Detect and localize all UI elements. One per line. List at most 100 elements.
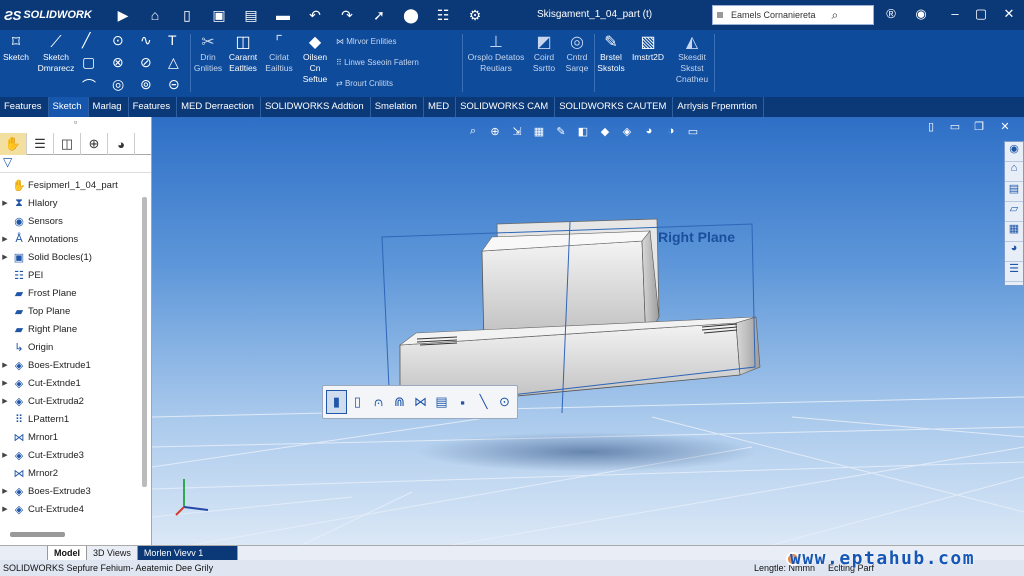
part-model[interactable] [399, 218, 761, 408]
tree-item-front-plane[interactable]: ▰ Frost Plane [0, 284, 151, 302]
quick-snaps-button[interactable]: ◎ Cntrd Sarqe [562, 34, 592, 74]
spline-icon[interactable]: ∿ [140, 32, 152, 49]
property-manager-tab-icon[interactable]: ☰ [27, 133, 54, 155]
tree-item-mirror2[interactable]: ⋈ Mrnor2 [0, 464, 151, 482]
mirror-entities-button[interactable]: ⋈ Mlrvor Enlities [336, 37, 396, 46]
revolve-icon[interactable]: ⋒ [389, 390, 410, 414]
tree-item-cut-extrude3[interactable]: ▶ ◈ Cut-Extrude3 [0, 446, 151, 464]
tree-item-lpattern1[interactable]: ⠿ LPattern1 [0, 410, 151, 428]
tree-item-boss-extrude3[interactable]: ▶ ◈ Boes-Extrude3 [0, 482, 151, 500]
filter-icon[interactable]: ▽ [0, 155, 151, 173]
tree-scrollbar-vertical[interactable] [142, 197, 147, 487]
offset-entities-button[interactable]: ⌜ Cirlat Eailtius [262, 34, 296, 74]
tree-item-material[interactable]: ☷ PEI [0, 266, 151, 284]
rapid-sketch-button[interactable]: ✎ Brstel Skstols [596, 34, 626, 74]
tab-solidworks-cam[interactable]: SOLIDWORKS CAM [456, 97, 556, 117]
section-view-icon[interactable]: ▦ [528, 123, 550, 139]
right-plane-label[interactable]: Right Plane [658, 229, 735, 245]
move-entities-button[interactable]: ⇄ Brourt Cnlitits [336, 79, 393, 88]
linear-sketch-pattern-button[interactable]: ⠿ Linwe Sseoin Fatlern [336, 58, 419, 67]
minimize-icon[interactable]: – [946, 6, 964, 21]
search-icon[interactable]: ⌕ [832, 8, 839, 23]
hide-show-items-icon[interactable]: ◈ [616, 123, 638, 139]
tree-item-annotations[interactable]: ▶ Å Annotations [0, 230, 151, 248]
user-icon[interactable]: ◉ [912, 6, 930, 22]
display-delete-relations-button[interactable]: ⊥ Orsplo Detatos Reutiars [466, 34, 526, 74]
solidworks-resources-icon[interactable]: ◉ [1005, 142, 1023, 162]
view-palette-icon[interactable]: ▦ [1005, 222, 1023, 242]
tab-markup[interactable]: Marlag [89, 97, 129, 117]
tab-3d-views[interactable]: 3D Views [87, 546, 138, 560]
centerline-icon[interactable]: ⊝ [168, 76, 180, 93]
expand-menu-icon[interactable]: ▶ [112, 4, 134, 26]
display-manager-tab-icon[interactable]: ◕ [108, 133, 135, 155]
sketch-button[interactable]: ⌑ Sketch [2, 34, 30, 63]
normal-to-icon[interactable]: ▯ [347, 390, 368, 414]
tab-model[interactable]: Model [48, 546, 87, 560]
point-context-icon[interactable]: ▪ [452, 390, 473, 414]
redo-icon[interactable]: ↷ [336, 4, 358, 26]
dimxpert-manager-tab-icon[interactable]: ⊕ [81, 133, 108, 155]
display-style-icon[interactable]: ◆ [594, 123, 616, 139]
view-settings-icon[interactable]: ▭ [682, 123, 704, 139]
instant2d-button[interactable]: ▧ Imstrt2D [628, 34, 668, 63]
panel-collapse-handle[interactable]: ▫ [0, 117, 151, 133]
section-context-icon[interactable]: ▤ [431, 390, 452, 414]
tab-mbd[interactable]: MED [424, 97, 457, 117]
line-context-icon[interactable]: ╲ [473, 390, 494, 414]
dynamic-annotation-icon[interactable]: ✎ [550, 123, 572, 139]
tab-solidworks-cam-tbm[interactable]: SOLIDWORKS CAUTEM [555, 97, 674, 117]
point-icon[interactable]: △ [168, 54, 179, 71]
viewport-split-icon[interactable]: ▯ [924, 120, 938, 133]
custom-properties-icon[interactable]: ☰ [1005, 262, 1023, 282]
tab-features[interactable]: Features [0, 97, 49, 117]
zoom-to-area-icon[interactable]: ⊕ [484, 123, 506, 139]
tree-item-boss-extrude1[interactable]: ▶ ◈ Boes-Extrude1 [0, 356, 151, 374]
search-commands-input[interactable]: Eamels Cornaniereta ⌕ [712, 5, 874, 25]
tree-scrollbar-horizontal[interactable] [10, 532, 65, 537]
tree-item-mirror1[interactable]: ⋈ Mrnor1 [0, 428, 151, 446]
plane-icon[interactable]: ⊚ [140, 76, 152, 93]
shaded-sketch-contours-button[interactable]: ◭ Skesdit Skstst Cnatheu [672, 34, 712, 85]
polygon-icon[interactable]: ⊘ [140, 54, 152, 71]
sketch-on-plane-icon[interactable]: ▮ [326, 390, 347, 414]
view-orientation-icon[interactable]: ◧ [572, 123, 594, 139]
tree-item-right-plane[interactable]: ▰ Right Plane [0, 320, 151, 338]
tab-sketch[interactable]: Sketch [48, 97, 89, 117]
tab-features-2[interactable]: Features [129, 97, 178, 117]
select-icon[interactable]: ➚ [368, 4, 390, 26]
design-library-icon[interactable]: ▤ [1005, 182, 1023, 202]
open-icon[interactable]: ▣ [208, 4, 230, 26]
file-explorer-icon[interactable]: ▱ [1005, 202, 1023, 222]
file-properties-icon[interactable]: ☷ [432, 4, 454, 26]
tab-solidworks-addins[interactable]: SOLIDWORKS Addtion [261, 97, 371, 117]
undo-icon[interactable]: ↶ [304, 4, 326, 26]
print-icon[interactable]: ▬ [272, 4, 294, 26]
previous-view-icon[interactable]: ⇲ [506, 123, 528, 139]
tab-simulation[interactable]: Smelation [371, 97, 424, 117]
convert-entities-button[interactable]: ◫ Cararnt Eatlties [226, 34, 260, 74]
restore-icon[interactable]: ▢ [972, 6, 990, 22]
help-icon[interactable]: ® [882, 6, 900, 21]
tree-item-sensors[interactable]: ◉ Sensors [0, 212, 151, 230]
offset-on-surface-button[interactable]: ◆ Oilsen Cn Seftue [298, 34, 332, 85]
tree-root-part[interactable]: ✋ Fesipmerl_1_04_part [0, 176, 151, 194]
tree-item-cut-extrude1[interactable]: ▶ ◈ Cut-Extnde1 [0, 374, 151, 392]
tree-item-solid-bodies[interactable]: ▶ ▣ Solid Bocles(1) [0, 248, 151, 266]
rectangle-icon[interactable]: ▢ [82, 54, 95, 71]
graphics-area[interactable]: Right Plane ⌕ ⊕ ⇲ ▦ ✎ ◧ ◆ ◈ ◕ ◑ ▭ ▯ ▭ ❐ … [152, 117, 1024, 545]
slot-icon[interactable]: ⊗ [112, 54, 124, 71]
viewport-close-icon[interactable]: ✕ [998, 120, 1012, 133]
viewport-restore-icon[interactable]: ❐ [972, 120, 986, 133]
viewport-tile-icon[interactable]: ▭ [948, 120, 962, 133]
extrude-boss-icon[interactable]: ⩀ [368, 390, 389, 414]
tree-item-top-plane[interactable]: ▰ Top Plane [0, 302, 151, 320]
apply-scene-icon[interactable]: ◑ [660, 123, 682, 139]
smart-dimension-button[interactable]: ⟋ Sketch Dmrarecz [34, 34, 78, 74]
repair-sketch-button[interactable]: ◩ Coird Ssrtto [528, 34, 560, 74]
tree-item-cut-extrude2[interactable]: ▶ ◈ Cut-Extruda2 [0, 392, 151, 410]
feature-manager-tab-icon[interactable]: ✋ [0, 133, 27, 155]
circle-icon[interactable]: ⊙ [112, 32, 124, 49]
tree-item-cut-extrude4[interactable]: ▶ ◈ Cut-Extrude4 [0, 500, 151, 518]
configuration-manager-tab-icon[interactable]: ◫ [54, 133, 81, 155]
